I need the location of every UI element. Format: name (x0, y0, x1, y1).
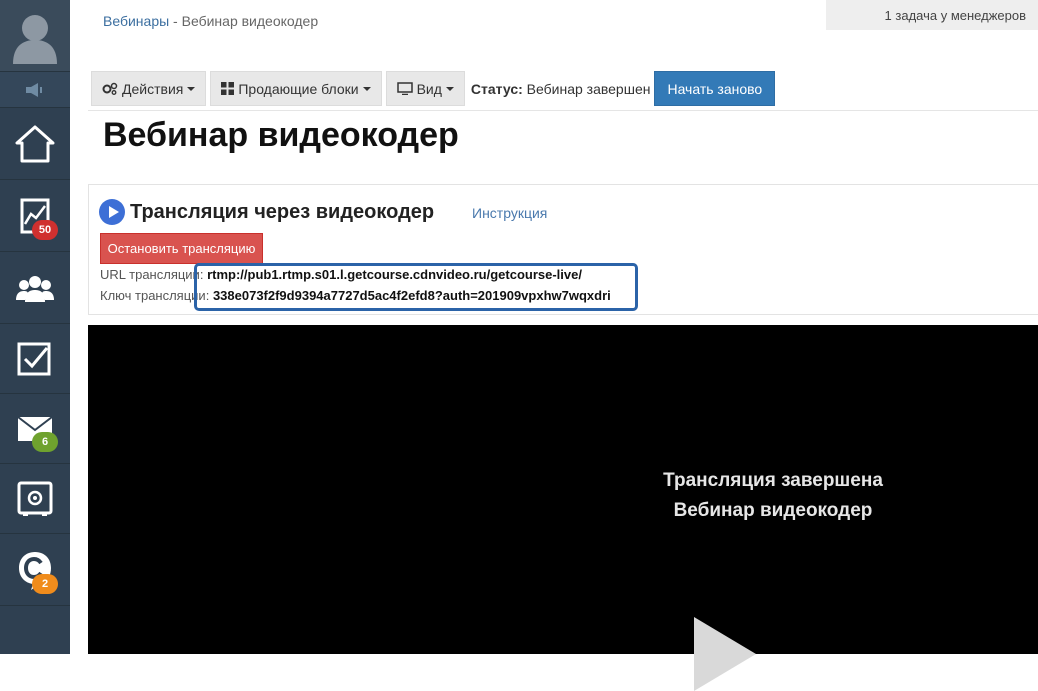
sidebar-item-users[interactable] (0, 252, 70, 324)
breadcrumb: Вебинары - Вебинар видеокодер (103, 13, 318, 29)
play-icon (99, 199, 125, 225)
toolbar: Действия Продающие блоки Вид Статус: Веб… (91, 71, 776, 106)
speaker-icon (26, 82, 42, 97)
mail-badge: 6 (32, 432, 58, 452)
stream-panel: Трансляция через видеокодер Инструкция О… (88, 184, 1038, 315)
sidebar-item-safe[interactable] (0, 464, 70, 534)
status-label: Статус: (470, 80, 523, 97)
caret-down-icon (362, 86, 371, 91)
webinar-status: Статус: Вебинар завершен (471, 81, 651, 97)
status-value: Вебинар завершен (526, 80, 651, 97)
sidebar-item-mail[interactable]: 6 (0, 394, 70, 464)
highlight-frame (194, 263, 638, 311)
restart-button[interactable]: Начать заново (654, 71, 776, 106)
stop-stream-button[interactable]: Остановить трансляцию (100, 233, 263, 264)
stream-url-label: URL трансляции: (100, 267, 204, 282)
manager-tasks-info[interactable]: 1 задача у менеджеров (826, 0, 1038, 30)
actions-dropdown[interactable]: Действия (91, 71, 207, 106)
speaker-toggle[interactable] (0, 72, 70, 108)
home-icon (15, 125, 55, 162)
gears-icon (102, 82, 118, 95)
sidebar-item-tasks[interactable] (0, 324, 70, 394)
checkbox-icon (17, 342, 51, 375)
view-label: Вид (416, 80, 442, 97)
breadcrumb-current: Вебинар видеокодер (181, 13, 319, 29)
instruction-link[interactable]: Инструкция (472, 205, 547, 221)
view-dropdown[interactable]: Вид (385, 71, 465, 106)
sidebar-item-home[interactable] (0, 108, 70, 180)
stream-title: Трансляция через видеокодер (130, 201, 435, 223)
sidebar-item-stats[interactable]: 50 (0, 180, 70, 252)
page-title: Вебинар видеокодер (103, 116, 459, 154)
grid-icon (221, 82, 235, 95)
actions-label: Действия (122, 80, 184, 97)
sidebar-item-chat[interactable]: 2 (0, 534, 70, 606)
breadcrumb-separator: - (169, 13, 182, 29)
avatar-icon (13, 14, 57, 64)
divider (88, 110, 1038, 111)
monitor-icon (396, 82, 413, 95)
sidebar: 50 6 2 (0, 0, 70, 654)
stream-key-label: Ключ трансляции: (100, 288, 210, 303)
selling-blocks-label: Продающие блоки (238, 80, 359, 97)
main-content: Вебинары - Вебинар видеокодер 1 задача у… (70, 0, 1038, 691)
safe-icon (17, 481, 53, 516)
video-title-text: Вебинар видеокодер (673, 500, 873, 521)
chat-badge: 2 (32, 574, 58, 594)
breadcrumb-webinars-link[interactable]: Вебинары (103, 13, 169, 29)
video-player[interactable]: Трансляция завершена Вебинар видеокодер (88, 325, 1038, 691)
video-play-icon[interactable] (694, 617, 756, 691)
caret-down-icon (187, 86, 196, 91)
video-status-text: Трансляция завершена (663, 470, 883, 491)
user-avatar[interactable] (0, 0, 70, 72)
stats-badge: 50 (32, 220, 58, 240)
selling-blocks-dropdown[interactable]: Продающие блоки (210, 71, 382, 106)
caret-down-icon (445, 86, 454, 91)
users-icon (16, 275, 54, 302)
